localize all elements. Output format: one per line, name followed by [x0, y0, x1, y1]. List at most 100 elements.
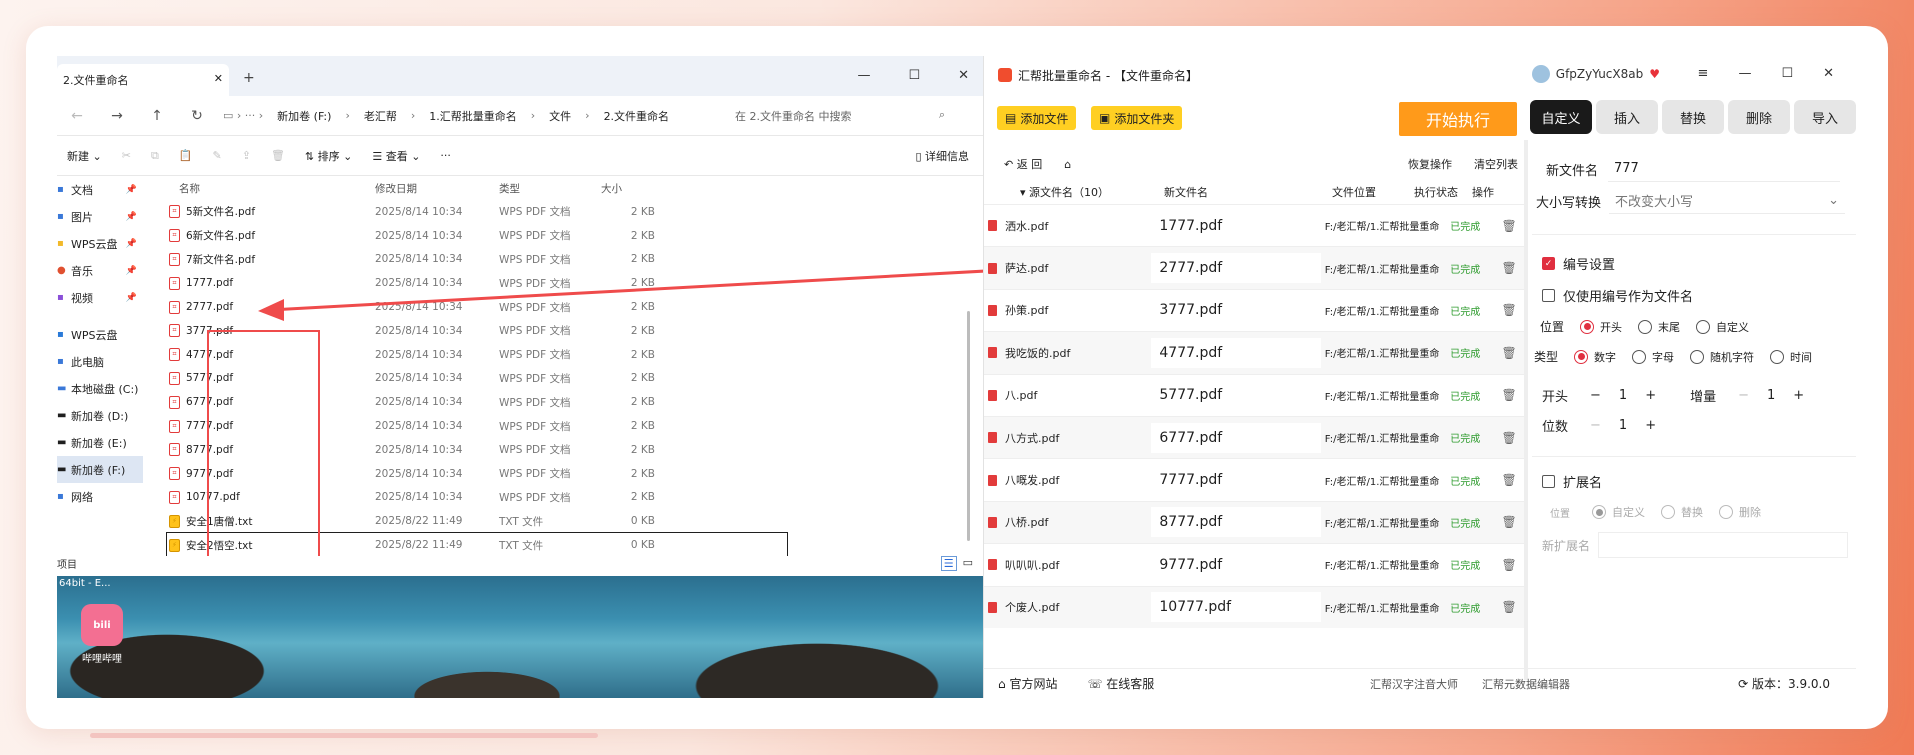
sidebar-item-this-pc[interactable]: ▪ 此电脑 [57, 348, 143, 375]
version-info[interactable]: ⟳ 版本：3.9.0.0 [1738, 675, 1830, 692]
restore-button[interactable]: 恢复操作 [1408, 156, 1452, 172]
tab-replace[interactable]: 替换 [1662, 100, 1724, 134]
trash-icon[interactable]: 🗑 [1494, 431, 1524, 445]
type-number-option[interactable]: 数字 [1574, 349, 1616, 365]
file-row[interactable]: ⌗ 1777.pdf 2025/8/14 10:34 WPS PDF 文档 2 KB [167, 271, 787, 295]
more-options-button[interactable]: ··· [430, 149, 461, 162]
sidebar-item-videos[interactable]: ▪ 视频 📌 [57, 284, 143, 311]
share-icon[interactable]: ⇪ [232, 149, 261, 162]
new-name-cell[interactable]: 4777.pdf [1151, 337, 1321, 368]
file-row[interactable]: ⌗ 6新文件名.pdf 2025/8/14 10:34 WPS PDF 文档 2 KB [167, 224, 787, 248]
minimize-button[interactable]: — [1738, 66, 1751, 81]
rename-row[interactable]: 八桥.pdf 8777.pdf F:/老汇帮/1.汇帮批量重命 已完成 🗑 [984, 500, 1524, 544]
delete-icon[interactable]: 🗑 [261, 149, 295, 162]
home-icon[interactable]: ⌂ [1064, 158, 1071, 171]
column-type[interactable]: 类型 [499, 181, 601, 196]
rename-row[interactable]: 八嘅发.pdf 7777.pdf F:/老汇帮/1.汇帮批量重命 已完成 🗑 [984, 458, 1524, 500]
column-size[interactable]: 大小 [601, 181, 665, 196]
trash-icon[interactable]: 🗑 [1494, 600, 1524, 614]
trash-icon[interactable]: 🗑 [1494, 346, 1524, 360]
new-name-cell[interactable]: 10777.pdf [1151, 592, 1321, 623]
tab-delete[interactable]: 删除 [1728, 100, 1790, 134]
breadcrumb-item[interactable]: 文件 [535, 108, 585, 124]
column-date[interactable]: 修改日期 [375, 181, 499, 196]
breadcrumb-item[interactable]: 1.汇帮批量重命名 [415, 108, 531, 124]
sidebar-item-pictures[interactable]: ▪ 图片 📌 [57, 203, 143, 230]
ext-replace-option[interactable]: 替换 [1661, 504, 1703, 520]
table-scrollbar[interactable] [1524, 140, 1528, 680]
menu-icon[interactable]: ≡ [1698, 66, 1709, 81]
trash-icon[interactable]: 🗑 [1494, 558, 1524, 572]
back-button[interactable]: ↶ 返 回 [1004, 156, 1042, 172]
tab-insert[interactable]: 插入 [1596, 100, 1658, 134]
new-name-cell[interactable]: 3777.pdf [1151, 295, 1321, 326]
rename-row[interactable]: 孙策.pdf 3777.pdf F:/老汇帮/1.汇帮批量重命 已完成 🗑 [984, 288, 1524, 331]
pinyin-tool-link[interactable]: 汇帮汉字注音大师 [1370, 676, 1458, 692]
trash-icon[interactable]: 🗑 [1494, 303, 1524, 317]
maximize-button[interactable]: ☐ [1781, 66, 1793, 81]
new-name-cell[interactable]: 9777.pdf [1151, 549, 1321, 580]
metadata-tool-link[interactable]: 汇帮元数据编辑器 [1482, 676, 1570, 692]
details-pane-button[interactable]: ▯ 详细信息 [915, 148, 969, 164]
rename-row[interactable]: 八.pdf 5777.pdf F:/老汇帮/1.汇帮批量重命 已完成 🗑 [984, 373, 1524, 416]
close-button[interactable]: ✕ [958, 68, 969, 83]
use-number-checkbox[interactable] [1542, 289, 1555, 302]
minimize-button[interactable]: — [857, 68, 870, 83]
position-custom-option[interactable]: 自定义 [1696, 319, 1749, 335]
rename-row[interactable]: 我吃饭的.pdf 4777.pdf F:/老汇帮/1.汇帮批量重命 已完成 🗑 [984, 331, 1524, 374]
rename-row[interactable]: 叭叭叭.pdf 9777.pdf F:/老汇帮/1.汇帮批量重命 已完成 🗑 [984, 543, 1524, 585]
new-name-cell[interactable]: 1777.pdf [1151, 210, 1321, 241]
step-stepper[interactable]: −1 + [1738, 388, 1804, 403]
add-folder-button[interactable]: ▣ 添加文件夹 [1091, 106, 1183, 130]
up-arrow-icon[interactable]: ↑ [137, 108, 177, 124]
bilibili-desktop-shortcut[interactable]: bili 哔哩哔哩 [65, 582, 139, 665]
header-source[interactable]: ▾ 源文件名（10） [984, 184, 1144, 200]
numbering-checkbox[interactable]: ✓ [1542, 257, 1555, 270]
cut-icon[interactable]: ✂ [112, 149, 141, 162]
search-input[interactable]: 在 2.文件重命名 中搜索 ⌕ [725, 102, 955, 130]
sidebar-item-drive-f[interactable]: ▬ 新加卷 (F:) [57, 456, 143, 483]
trash-icon[interactable]: 🗑 [1494, 261, 1524, 275]
sidebar-item-drive-e[interactable]: ▬ 新加卷 (E:) [57, 429, 143, 456]
rename-row[interactable]: 萨达.pdf 2777.pdf F:/老汇帮/1.汇帮批量重命 已完成 🗑 [984, 246, 1524, 289]
sidebar-item-music[interactable]: ● 音乐 📌 [57, 257, 143, 284]
breadcrumb-item[interactable]: 新加卷 (F:) [263, 108, 345, 124]
website-link[interactable]: ⌂ 官方网站 [998, 675, 1057, 692]
extension-checkbox[interactable] [1542, 475, 1555, 488]
clear-list-button[interactable]: 清空列表 [1474, 156, 1518, 172]
explorer-tab[interactable]: 2.文件重命名 ✕ [57, 64, 229, 96]
extension-row[interactable]: 扩展名 [1542, 472, 1602, 491]
add-file-button[interactable]: ▤ 添加文件 [997, 106, 1077, 130]
sidebar-item-drive-d[interactable]: ▬ 新加卷 (D:) [57, 402, 143, 429]
ext-delete-option[interactable]: 删除 [1719, 504, 1761, 520]
new-button[interactable]: 新建 ⌄ [57, 148, 112, 164]
position-start-option[interactable]: 开头 [1580, 319, 1622, 335]
copy-icon[interactable]: ⧉ [141, 149, 169, 163]
breadcrumb-item[interactable]: 2.文件重命名 [590, 108, 684, 124]
type-random-option[interactable]: 随机字符 [1690, 349, 1754, 365]
service-link[interactable]: ☏ 在线客服 [1087, 675, 1154, 692]
trash-icon[interactable]: 🗑 [1494, 515, 1524, 529]
refresh-icon[interactable]: ↻ [177, 108, 217, 124]
details-view-icon[interactable]: ☰ [940, 556, 957, 571]
type-letter-option[interactable]: 字母 [1632, 349, 1674, 365]
tab-import[interactable]: 导入 [1794, 100, 1856, 134]
view-button[interactable]: ☰ 查看 ⌄ [362, 148, 430, 164]
new-extension-input[interactable] [1598, 532, 1849, 558]
new-name-cell[interactable]: 2777.pdf [1151, 253, 1321, 284]
new-tab-button[interactable]: + [243, 70, 255, 86]
tiles-view-icon[interactable]: ▭ [963, 556, 973, 571]
start-button[interactable]: 开始执行 [1399, 102, 1517, 136]
new-name-cell[interactable]: 7777.pdf [1151, 465, 1321, 496]
rename-row[interactable]: 个废人.pdf 10777.pdf F:/老汇帮/1.汇帮批量重命 已完成 🗑 [984, 585, 1524, 628]
file-row[interactable]: ⌗ 5新文件名.pdf 2025/8/14 10:34 WPS PDF 文档 2 KB [167, 200, 787, 224]
trash-icon[interactable]: 🗑 [1494, 388, 1524, 402]
file-row[interactable]: ⌗ 2777.pdf 2025/8/14 10:34 WPS PDF 文档 2 KB [167, 295, 787, 319]
rename-row[interactable]: 八方式.pdf 6777.pdf F:/老汇帮/1.汇帮批量重命 已完成 🗑 [984, 415, 1524, 459]
sidebar-item-drive-c[interactable]: ▬ 本地磁盘 (C:) [57, 375, 143, 402]
breadcrumb-item[interactable]: 老汇帮 [350, 108, 411, 124]
column-name[interactable]: 名称 [167, 181, 375, 196]
sidebar-item-network[interactable]: ▪ 网络 [57, 483, 143, 510]
user-account[interactable]: GfpZyYucX8ab ♥ [1531, 65, 1660, 83]
sort-button[interactable]: ⇅ 排序 ⌄ [295, 148, 362, 164]
